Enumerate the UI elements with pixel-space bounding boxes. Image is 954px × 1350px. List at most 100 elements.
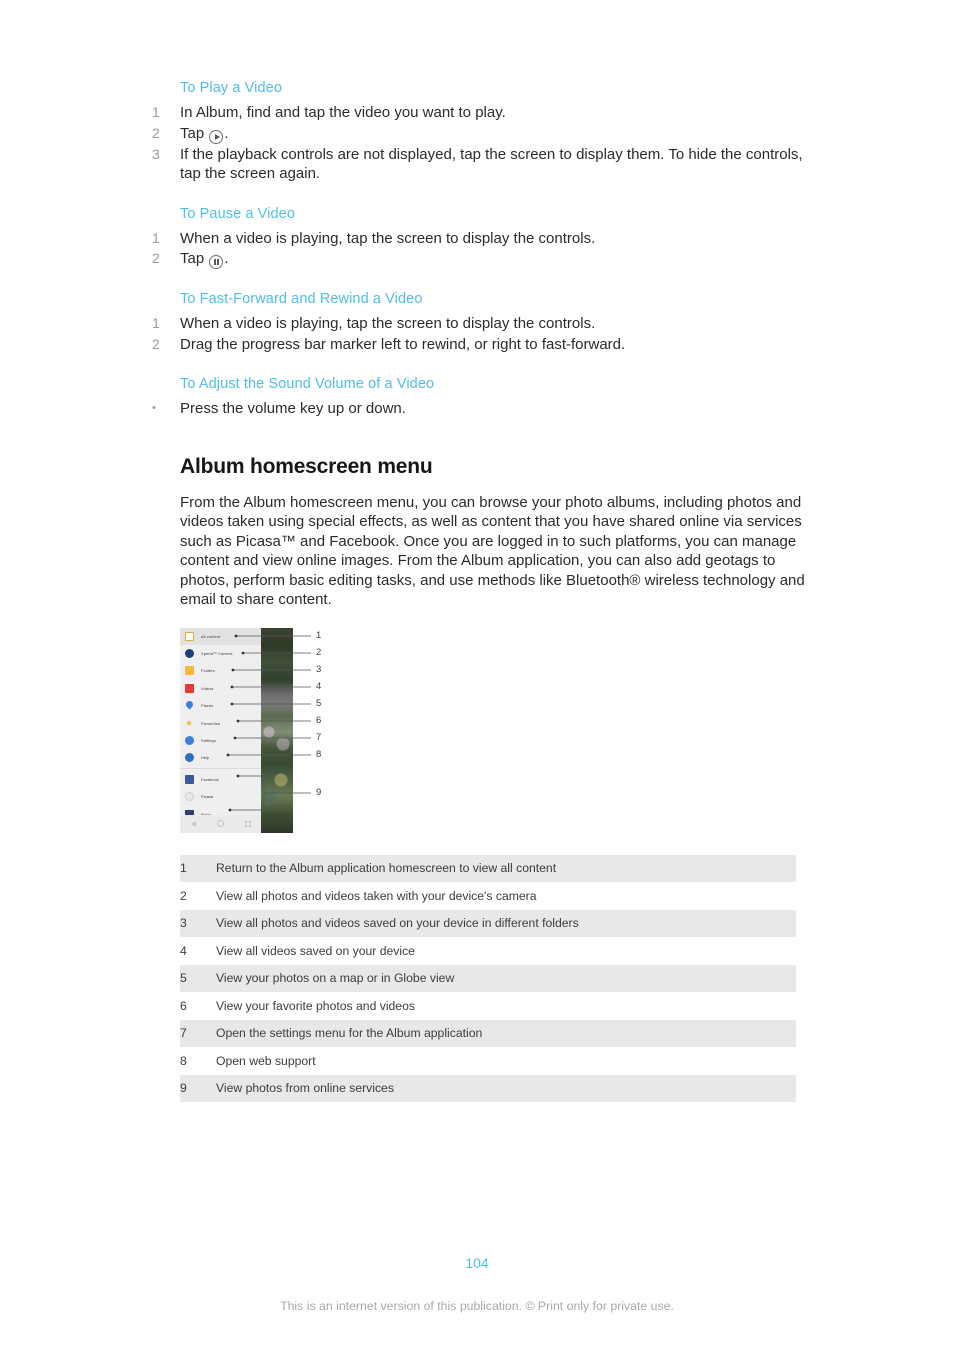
procedures-container: To Play a Video 1 In Album, find and tap t… <box>152 80 812 419</box>
page-number: 104 <box>465 1255 489 1271</box>
legend-row-number: 3 <box>180 916 187 931</box>
album-menu-item-label: Help <box>201 755 210 761</box>
album-menu-item[interactable]: All content <box>180 627 273 645</box>
procedure-heading: To Pause a Video <box>180 205 296 222</box>
step-marker: 2 <box>152 250 160 266</box>
album-menu-item[interactable]: Folders <box>180 662 273 679</box>
album-menu-item[interactable]: Xperia™ Camera <box>180 645 273 662</box>
legend-row-description: View all photos and videos saved on your… <box>216 916 579 931</box>
procedure-steps: 1 When a video is playing, tap the screen… <box>152 229 812 269</box>
legend-row-description: View photos from online services <box>216 1081 394 1096</box>
album-menu-item-label: Folders <box>201 668 215 674</box>
legend-row-number: 1 <box>180 861 187 876</box>
procedure-steps: 1 In Album, find and tap the video you wa… <box>152 103 812 184</box>
step-marker: 1 <box>152 229 160 246</box>
step-marker: 3 <box>152 145 160 162</box>
album-menu-item-label: Places <box>201 703 214 709</box>
step-text: Tap . <box>180 124 812 144</box>
android-navigation-bar <box>180 814 261 833</box>
legend-row-description: View your photos on a map or in Globe vi… <box>216 971 455 986</box>
step-marker: 2 <box>152 335 160 352</box>
all-content-icon <box>185 631 194 641</box>
procedure-steps: 1 When a video is playing, tap the screen… <box>152 314 812 354</box>
step-text-pre: Tap <box>180 124 209 142</box>
legend-row-number: 7 <box>180 1026 187 1041</box>
copyright-notice: This is an internet version of this publ… <box>280 1299 674 1313</box>
table-row: 2 View all photos and videos taken with y… <box>180 882 796 910</box>
page-content: To Play a Video 1 In Album, find and tap t… <box>152 80 812 1102</box>
album-menu-item-label: Picasa <box>201 794 214 800</box>
intro-paragraph: From the Album homescreen menu, you can … <box>180 493 805 609</box>
recents-icon[interactable] <box>244 820 251 827</box>
procedure-step: 2 Tap . <box>152 124 812 144</box>
procedure-heading: To Fast-Forward and Rewind a Video <box>180 291 423 307</box>
album-menu-item[interactable]: Settings <box>180 732 273 749</box>
play-icon <box>209 129 224 144</box>
step-text: Press the volume key up or down. <box>180 400 406 417</box>
step-marker: 1 <box>152 104 160 120</box>
procedure-section: To Adjust the Sound Volume of a Video • Pr… <box>152 376 812 419</box>
menu-divider <box>180 768 273 770</box>
step-text-pre: Tap <box>180 250 209 267</box>
procedure-step: 1 In Album, find and tap the video you wa… <box>152 103 812 123</box>
album-menu-item[interactable]: Picasa <box>180 788 273 805</box>
legend-row-description: Open the settings menu for the Album app… <box>216 1026 483 1041</box>
legend-row-number: 4 <box>180 943 187 958</box>
album-menu-item-label: Settings <box>201 738 216 744</box>
back-icon[interactable] <box>190 820 196 827</box>
procedure-steps: • Press the volume key up or down. <box>152 399 812 419</box>
star-icon: ★ <box>185 717 194 728</box>
procedure-step: 1 When a video is playing, tap the screen… <box>152 229 812 249</box>
callout-number: 7 <box>316 731 322 743</box>
legend-row-description: Open web support <box>216 1053 316 1068</box>
facebook-icon <box>185 774 194 784</box>
legend-row-number: 6 <box>180 998 187 1013</box>
pause-icon <box>209 255 224 269</box>
videos-icon <box>185 683 194 693</box>
album-menu-item[interactable]: Places <box>180 697 273 714</box>
photo-thumbnail-strip <box>261 627 293 833</box>
callout-number: 8 <box>316 748 322 760</box>
procedure-step: 2 Tap . <box>152 249 812 269</box>
step-marker: 2 <box>152 124 160 141</box>
table-row: 7 Open the settings menu for the Album ap… <box>180 1019 796 1047</box>
album-menu-item[interactable]: Facebook <box>180 771 273 788</box>
step-text: When a video is playing, tap the screen … <box>180 315 596 332</box>
procedure-section: To Play a Video 1 In Album, find and tap t… <box>152 80 812 184</box>
legend-row-number: 9 <box>180 1081 187 1096</box>
step-marker: 1 <box>152 315 160 331</box>
album-menu-item-label: All content <box>201 633 221 639</box>
callout-number: 1 <box>316 629 322 641</box>
table-row: 8 Open web support <box>180 1047 796 1075</box>
album-menu-item-label: Xperia™ Camera <box>201 651 233 657</box>
procedure-section: To Pause a Video 1 When a video is playing… <box>152 205 812 269</box>
procedure-step: 1 When a video is playing, tap the screen… <box>152 314 812 334</box>
callout-number: 6 <box>316 714 322 726</box>
table-row: 1 Return to the Album application homescr… <box>180 854 796 882</box>
album-menu-item[interactable]: Help <box>180 749 273 766</box>
callout-number: 3 <box>316 663 322 675</box>
album-menu-item-label: Videos <box>201 685 214 691</box>
step-text-post: . <box>224 124 229 142</box>
page-title: Album homescreen menu <box>180 454 433 478</box>
document-page: To Play a Video 1 In Album, find and tap t… <box>0 0 954 1350</box>
callout-number: 2 <box>316 646 322 658</box>
home-icon[interactable] <box>216 820 224 827</box>
procedure-section: To Fast-Forward and Rewind a Video 1 When … <box>152 291 812 354</box>
album-menu-item[interactable]: ★ Favourites <box>180 714 273 731</box>
camera-icon <box>185 649 194 659</box>
callout-number: 9 <box>316 786 322 798</box>
step-text: If the playback controls are not display… <box>180 145 803 183</box>
legend-row-description: View all photos and videos taken with yo… <box>216 888 537 903</box>
step-text: In Album, find and tap the video you wan… <box>180 104 506 121</box>
procedure-step: • Press the volume key up or down. <box>152 399 812 419</box>
help-icon <box>185 753 194 763</box>
step-text: Tap . <box>180 249 812 269</box>
step-marker: • <box>152 402 156 414</box>
callout-number: 4 <box>316 680 322 692</box>
gear-icon <box>185 736 194 746</box>
album-menu-item[interactable]: Videos <box>180 680 273 697</box>
legend-row-description: View your favorite photos and videos <box>216 998 415 1013</box>
step-text: Drag the progress bar marker left to rew… <box>180 335 626 353</box>
step-text: When a video is playing, tap the screen … <box>180 229 596 247</box>
